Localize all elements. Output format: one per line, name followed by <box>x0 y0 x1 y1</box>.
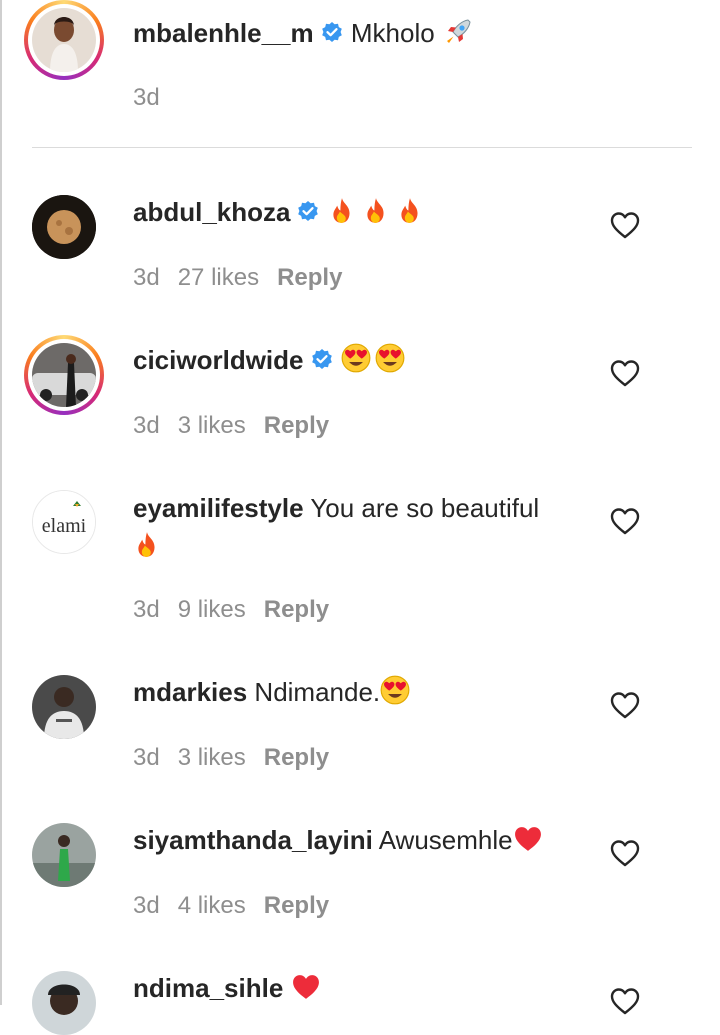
comment-username[interactable]: mdarkies <box>133 677 247 707</box>
comment-username[interactable]: eyamilifestyle <box>133 493 304 523</box>
caption-avatar-story-ring[interactable] <box>24 0 104 80</box>
caption-time: 3d <box>133 84 160 111</box>
like-heart-icon[interactable] <box>610 987 640 1015</box>
caption-avatar <box>32 8 96 72</box>
comment-username[interactable]: ndima_sihle <box>133 973 283 1003</box>
svg-text:elami: elami <box>42 515 87 537</box>
comment-avatar[interactable] <box>32 195 96 259</box>
fire-emoji <box>138 532 155 557</box>
comment-text: mdarkies Ndimande. <box>133 673 593 711</box>
left-edge-line <box>0 0 2 1005</box>
comment-text: eyamilifestyle You are so beautiful <box>133 489 593 565</box>
fire-emoji <box>367 198 384 223</box>
comment-username[interactable]: abdul_khoza <box>133 197 290 227</box>
comment-meta: 3d 9 likes Reply <box>133 596 347 624</box>
fire-emoji <box>401 198 418 223</box>
comment-text: ndima_sihle <box>133 969 593 1007</box>
like-heart-icon[interactable] <box>610 211 640 239</box>
heart-eyes-emoji <box>380 675 410 705</box>
reply-button[interactable]: Reply <box>264 744 329 771</box>
reply-button[interactable]: Reply <box>277 264 342 291</box>
verified-badge-icon <box>297 200 320 223</box>
comment-text: siyamthanda_layini Awusemhle <box>133 821 593 859</box>
comment-username[interactable]: siyamthanda_layini <box>133 825 373 855</box>
reply-button[interactable]: Reply <box>264 596 329 623</box>
caption-body: Mkholo <box>350 18 435 48</box>
comment-time: 3d <box>133 744 160 771</box>
comment-likes[interactable]: 27 likes <box>178 264 259 291</box>
comment-meta: 3d 4 likes Reply <box>133 892 347 920</box>
reply-button[interactable]: Reply <box>264 412 329 439</box>
comment-avatar[interactable] <box>32 823 96 887</box>
comment-likes[interactable]: 3 likes <box>178 412 246 439</box>
comment-meta: 3d 3 likes Reply <box>133 412 347 440</box>
comment-body: Ndimande. <box>254 677 381 707</box>
comment-likes[interactable]: 4 likes <box>178 892 246 919</box>
comment-username[interactable]: ciciworldwide <box>133 345 304 375</box>
comment-time: 3d <box>133 264 160 291</box>
comment-text: abdul_khoza <box>133 193 593 231</box>
verified-badge-icon <box>320 21 343 44</box>
rocket-emoji <box>446 19 471 44</box>
caption-username[interactable]: mbalenhle__m <box>133 18 314 48</box>
verified-badge-icon <box>310 348 333 371</box>
red-heart-emoji <box>514 827 541 851</box>
comment-text: ciciworldwide <box>133 341 593 379</box>
like-heart-icon[interactable] <box>610 839 640 867</box>
comment-avatar[interactable] <box>32 971 96 1035</box>
like-heart-icon[interactable] <box>610 359 640 387</box>
comment-avatar <box>32 343 96 407</box>
comment-body: Awusemhle <box>378 825 513 855</box>
caption-divider <box>32 147 692 148</box>
comment-likes[interactable]: 3 likes <box>178 744 246 771</box>
comment-time: 3d <box>133 596 160 623</box>
comment-meta: 3d 27 likes Reply <box>133 264 360 292</box>
fire-emoji <box>333 198 350 223</box>
caption-text: mbalenhle__m Mkholo <box>133 14 593 52</box>
comment-avatar[interactable] <box>32 675 96 739</box>
comment-body: You are so beautiful <box>310 493 540 523</box>
comment-time: 3d <box>133 892 160 919</box>
comment-likes[interactable]: 9 likes <box>178 596 246 623</box>
comment-meta: 3d 3 likes Reply <box>133 744 347 772</box>
comment-time: 3d <box>133 412 160 439</box>
caption-meta: 3d <box>133 84 178 112</box>
comment-avatar[interactable]: elami <box>32 490 96 554</box>
heart-eyes-emoji <box>341 343 371 373</box>
red-heart-emoji <box>292 975 319 999</box>
comment-avatar-story-ring[interactable] <box>24 335 104 415</box>
heart-eyes-emoji <box>375 343 405 373</box>
eyami-logo: elami <box>33 491 95 553</box>
like-heart-icon[interactable] <box>610 691 640 719</box>
reply-button[interactable]: Reply <box>264 892 329 919</box>
like-heart-icon[interactable] <box>610 507 640 535</box>
